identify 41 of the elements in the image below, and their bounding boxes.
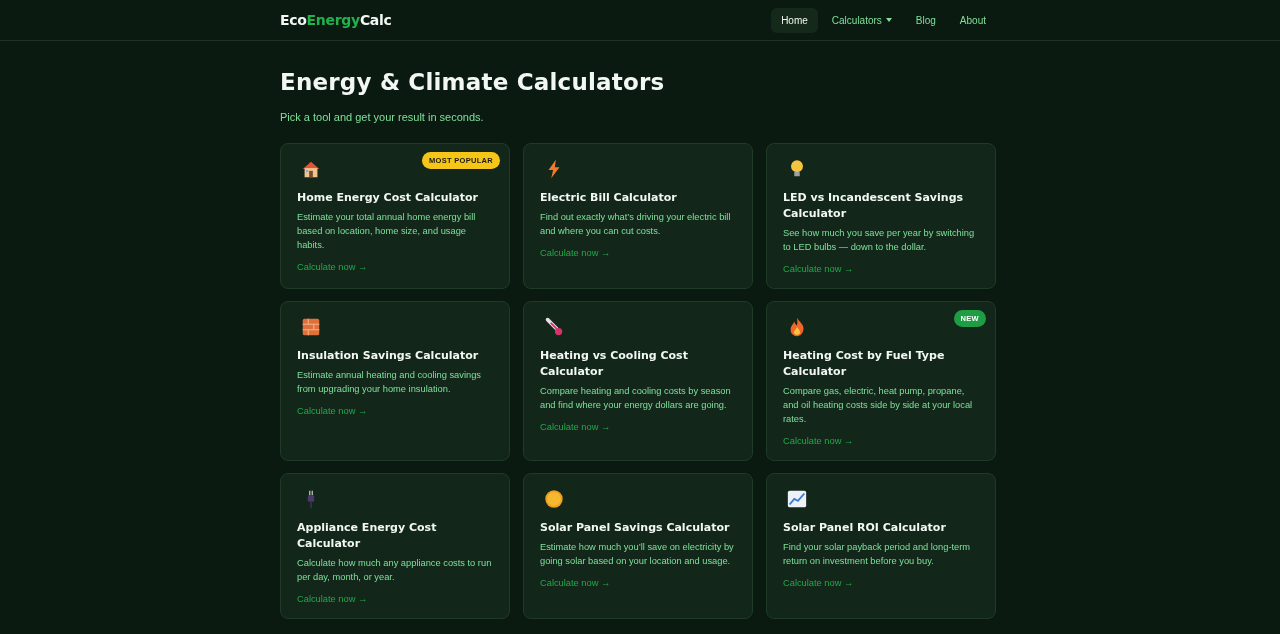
calculate-link[interactable]: Calculate now → (540, 422, 611, 432)
logo-text[interactable]: Eco (280, 12, 307, 28)
card-title: Heating Cost by Fuel Type Calculator (783, 348, 946, 380)
nav-link[interactable]: Calculators (821, 7, 902, 33)
nav-link[interactable]: Home (771, 7, 818, 33)
thermometer-icon (543, 316, 565, 338)
caret-icon (885, 18, 892, 22)
calculate-link[interactable]: Calculate now → (297, 406, 368, 416)
calculate-link[interactable]: Calculate now → (297, 262, 368, 272)
card-description: Estimate how much you’ll save on electricity by going solar based on your location and usage. (540, 541, 735, 568)
card-title: Home Energy Cost Calculator (297, 190, 479, 206)
page-subtitle: Pick a tool and get your result in seconds. (280, 111, 485, 123)
card-description: Estimate annual heating and cooling savings from upgrading your home insulation. (297, 369, 482, 396)
calculate-link[interactable]: Calculate now → (783, 578, 854, 588)
card-description: Calculate how much any appliance costs to run per day, month, or year. (297, 557, 493, 584)
card-title: Heating vs Cooling Cost Calculator (540, 348, 689, 380)
card-title: Solar Panel Savings Calculator (540, 520, 731, 536)
card-title: Appliance Energy Cost Calculator (297, 520, 438, 552)
card-description: Compare gas, electric, heat pump, propane, and oil heating costs side by side at your local rates. (783, 385, 974, 426)
card-title: Solar Panel ROI Calculator (783, 520, 947, 536)
card-description: Estimate your total annual home energy bill based on location, home size, and usage habits. (297, 211, 477, 252)
calculate-link[interactable]: Calculate now → (540, 248, 611, 258)
calculate-link[interactable]: Calculate now → (783, 436, 854, 446)
card-title: Insulation Savings Calculator (297, 348, 480, 364)
calculate-link[interactable]: Calculate now → (297, 594, 368, 604)
card-title: LED vs Incandescent Savings Calculator (783, 190, 965, 222)
logo-text[interactable]: Calc (359, 12, 392, 28)
calculate-link[interactable]: Calculate now → (783, 264, 854, 274)
line-chart-icon (786, 488, 808, 510)
nav-link[interactable]: About (949, 7, 996, 33)
sun-icon (543, 488, 565, 510)
card-title: Electric Bill Calculator (540, 190, 678, 206)
brick-wall-icon (300, 316, 322, 338)
page-title: Energy & Climate Calculators (280, 69, 666, 95)
card-description: Compare heating and cooling costs by season and find where your energy dollars are going. (540, 385, 732, 412)
nav-link[interactable]: Blog (905, 7, 946, 33)
card-description: Find your solar payback period and long-term return on investment before you buy. (783, 541, 972, 568)
calculate-link[interactable]: Calculate now → (540, 578, 611, 588)
logo-text[interactable]: Energy (306, 12, 360, 28)
card-description: Find out exactly what’s driving your electric bill and where you can cut costs. (540, 211, 732, 238)
card-description: See how much you save per year by switching to LED bulbs — down to the dollar. (783, 227, 976, 254)
